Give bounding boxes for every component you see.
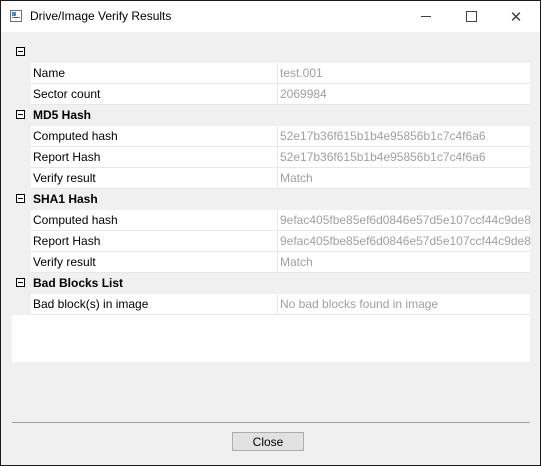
property-value[interactable]: test.001	[280, 66, 323, 80]
close-button[interactable]: Close	[232, 432, 304, 451]
property-row[interactable]: Name test.001	[12, 63, 530, 84]
property-value[interactable]: 9efac405fbe85ef6d0846e57d5e107ccf44c9de8	[280, 213, 531, 227]
category-label: SHA1 Hash	[33, 192, 98, 206]
property-value[interactable]: No bad blocks found in image	[280, 297, 438, 311]
window-title: Drive/Image Verify Results	[30, 9, 172, 23]
app-window-icon	[10, 10, 22, 22]
footer-divider	[12, 422, 530, 423]
property-value[interactable]: 52e17b36f615b1b4e95856b1c7c4f6a6	[280, 129, 486, 143]
category-bad-blocks[interactable]: Bad Blocks List	[12, 273, 530, 294]
minimize-button[interactable]	[403, 1, 449, 32]
category-label: Bad Blocks List	[33, 276, 124, 290]
category-label: MD5 Hash	[33, 108, 92, 122]
property-row[interactable]: Report Hash 52e17b36f615b1b4e95856b1c7c4…	[12, 147, 530, 168]
property-name: Computed hash	[33, 129, 118, 143]
property-row[interactable]: Report Hash 9efac405fbe85ef6d0846e57d5e1…	[12, 231, 531, 252]
property-value[interactable]: 9efac405fbe85ef6d0846e57d5e107ccf44c9de8	[280, 234, 531, 248]
property-name: Report Hash	[33, 234, 101, 248]
property-value[interactable]: Match	[280, 171, 313, 185]
property-row[interactable]: Verify result Match	[12, 168, 530, 189]
minimize-icon	[421, 16, 431, 17]
property-row[interactable]: Verify result Match	[12, 252, 530, 273]
property-name: Computed hash	[33, 213, 118, 227]
close-icon: ✕	[509, 7, 523, 26]
collapse-general-icon[interactable]	[16, 47, 25, 56]
category-md5[interactable]: MD5 Hash	[12, 105, 530, 126]
property-name: Verify result	[33, 255, 96, 269]
verify-results-window: Drive/Image Verify Results ✕ Name test.0…	[0, 0, 541, 466]
collapse-md5-icon[interactable]	[16, 110, 25, 119]
close-window-button[interactable]: ✕	[493, 1, 539, 32]
collapse-sha1-icon[interactable]	[16, 194, 25, 203]
maximize-icon	[465, 11, 477, 22]
property-row[interactable]: Computed hash 9efac405fbe85ef6d0846e57d5…	[12, 210, 531, 231]
property-row[interactable]: Computed hash 52e17b36f615b1b4e95856b1c7…	[12, 126, 530, 147]
property-name: Verify result	[33, 171, 96, 185]
property-name: Report Hash	[33, 150, 101, 164]
property-value[interactable]: 2069984	[280, 87, 327, 101]
collapse-bad-blocks-icon[interactable]	[16, 278, 25, 287]
property-row[interactable]: Bad block(s) in image No bad blocks foun…	[12, 294, 530, 315]
property-value[interactable]: Match	[280, 255, 313, 269]
category-general[interactable]	[12, 42, 530, 63]
property-row[interactable]: Sector count 2069984	[12, 84, 530, 105]
property-grid: Name test.001 Sector count 2069984 MD5 H…	[12, 42, 531, 362]
property-name: Sector count	[33, 87, 101, 101]
maximize-button[interactable]	[448, 1, 494, 32]
property-name: Bad block(s) in image	[33, 297, 149, 311]
property-value[interactable]: 52e17b36f615b1b4e95856b1c7c4f6a6	[280, 150, 486, 164]
property-name: Name	[33, 66, 66, 80]
category-sha1[interactable]: SHA1 Hash	[12, 189, 530, 210]
title-bar: Drive/Image Verify Results ✕	[1, 1, 540, 32]
